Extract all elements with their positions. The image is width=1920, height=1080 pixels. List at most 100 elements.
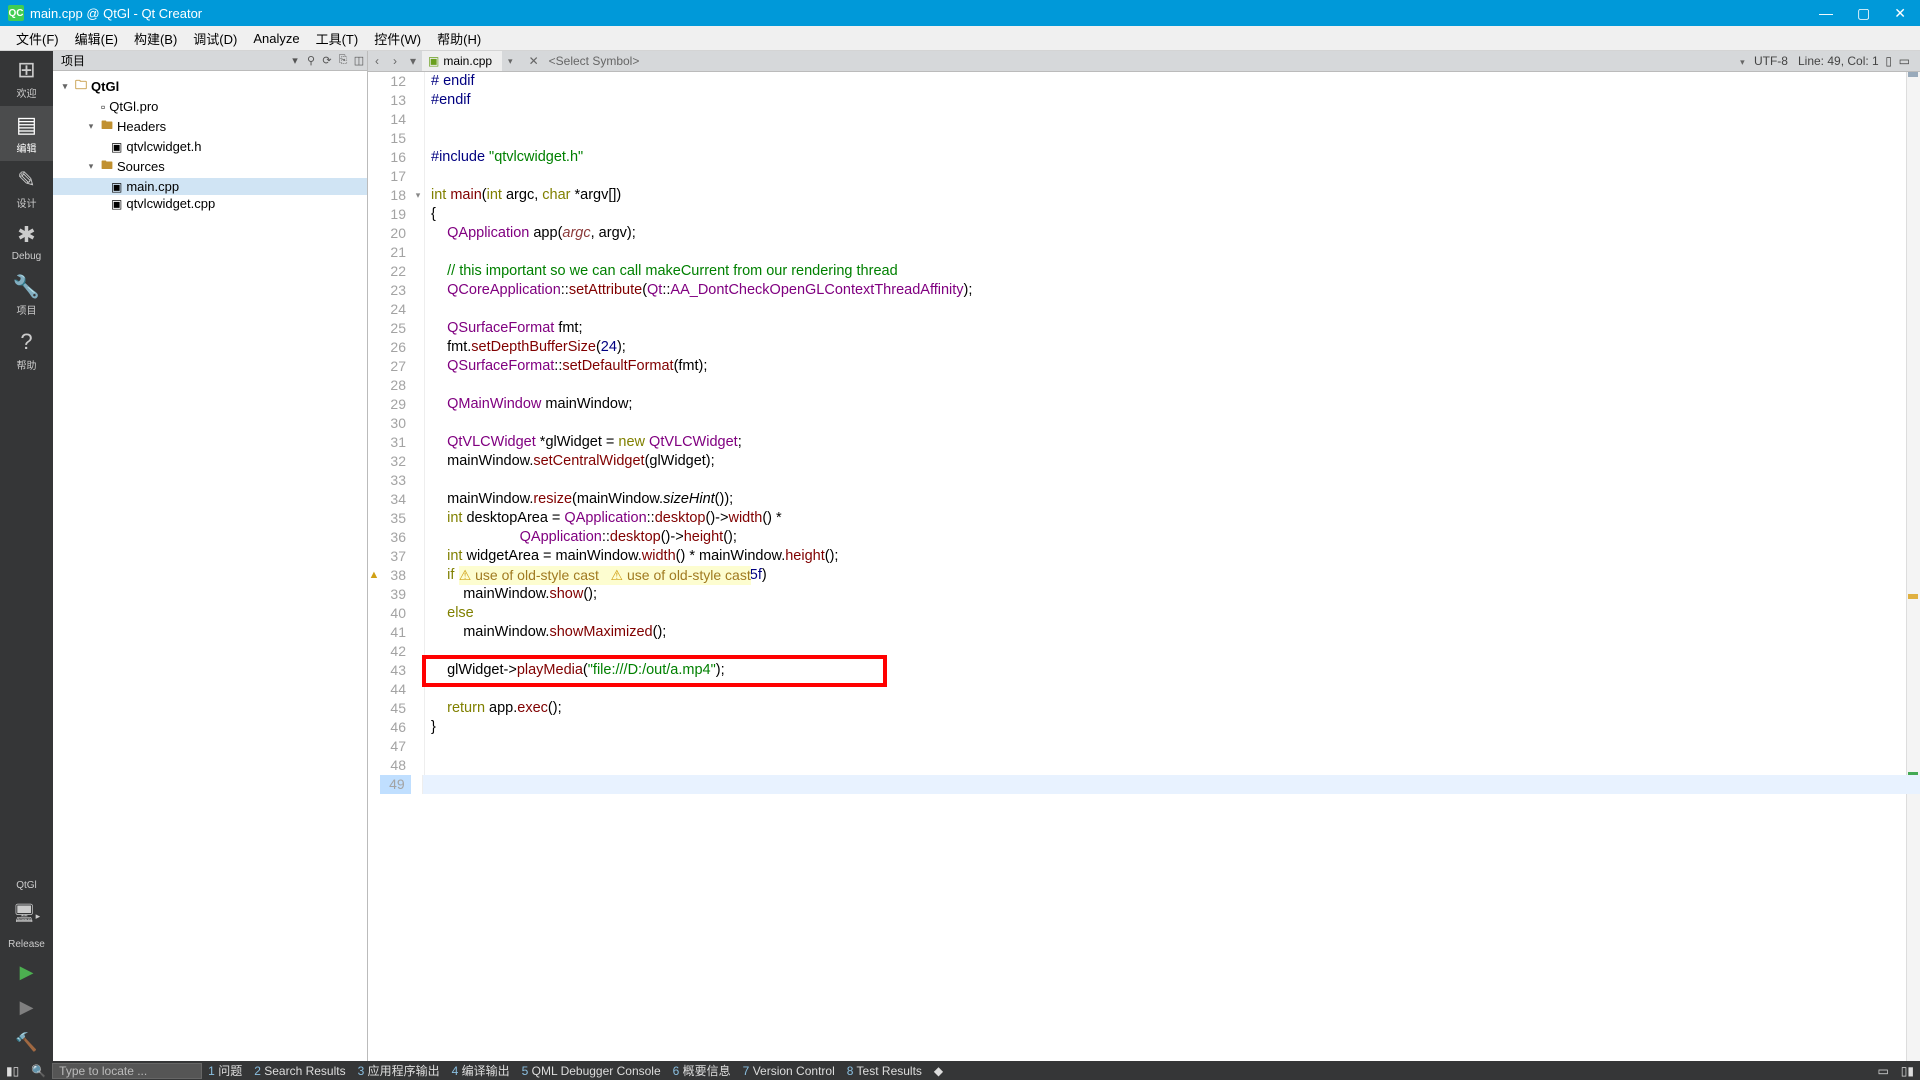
project-tree[interactable]: ▾🗀QtGl▫QtGl.pro▾🖿Headers▣qtvlcwidget.h▾🖿…: [53, 71, 367, 216]
minimize-button[interactable]: —: [1819, 5, 1833, 22]
code-line[interactable]: 13#endif: [368, 91, 1920, 110]
code-text[interactable]: # endif: [424, 72, 475, 91]
code-line[interactable]: 39 mainWindow.show();: [368, 585, 1920, 604]
locator-input[interactable]: Type to locate ...: [52, 1063, 202, 1079]
tree-node[interactable]: ▫QtGl.pro: [53, 98, 367, 115]
tree-node[interactable]: ▾🖿Headers: [53, 115, 367, 138]
filter-icon[interactable]: ⚲: [303, 54, 319, 67]
output-panel-button[interactable]: 5 QML Debugger Console: [516, 1064, 667, 1078]
code-line[interactable]: 25 QSurfaceFormat fmt;: [368, 319, 1920, 338]
code-line[interactable]: 21: [368, 243, 1920, 262]
tree-node[interactable]: ▾🖿Sources: [53, 155, 367, 178]
split-right-icon[interactable]: ▯: [1885, 54, 1892, 68]
encoding-label[interactable]: UTF-8: [1754, 54, 1788, 68]
inline-warning[interactable]: ⚠ use of old-style cast ⚠ use of old-sty…: [459, 566, 751, 585]
code-line[interactable]: 32 mainWindow.setCentralWidget(glWidget)…: [368, 452, 1920, 471]
code-text[interactable]: [424, 110, 431, 129]
code-text[interactable]: #endif: [424, 91, 471, 110]
code-line[interactable]: 14: [368, 110, 1920, 129]
split-bottom-icon[interactable]: ▭: [1899, 54, 1910, 68]
code-line[interactable]: 45 return app.exec();: [368, 699, 1920, 718]
progress-icon[interactable]: ▭: [1871, 1064, 1894, 1078]
menu-item[interactable]: 文件(F): [8, 27, 67, 50]
code-line[interactable]: 15: [368, 129, 1920, 148]
code-line[interactable]: 23 QCoreApplication::setAttribute(Qt::AA…: [368, 281, 1920, 300]
code-line[interactable]: 16#include "qtvlcwidget.h": [368, 148, 1920, 167]
code-text[interactable]: QSurfaceFormat::setDefaultFormat(fmt);: [424, 357, 707, 376]
code-line[interactable]: 27 QSurfaceFormat::setDefaultFormat(fmt)…: [368, 357, 1920, 376]
code-line[interactable]: 46}: [368, 718, 1920, 737]
close-button[interactable]: ✕: [1894, 5, 1906, 22]
output-panel-button[interactable]: 4 编译输出: [446, 1064, 516, 1078]
code-text[interactable]: }: [424, 718, 436, 737]
code-line[interactable]: 17: [368, 167, 1920, 186]
menu-item[interactable]: 编辑(E): [67, 27, 126, 50]
code-text[interactable]: // this important so we can call makeCur…: [424, 262, 898, 281]
code-line[interactable]: 19{: [368, 205, 1920, 224]
rail-bottom-kit[interactable]: QtGl: [0, 873, 53, 897]
code-text[interactable]: int desktopArea = QApplication::desktop(…: [424, 509, 782, 528]
code-line[interactable]: 36 QApplication::desktop()->height();: [368, 528, 1920, 547]
output-panel-button[interactable]: 6 概要信息: [667, 1064, 737, 1078]
code-line[interactable]: 22 // this important so we can call make…: [368, 262, 1920, 281]
code-line[interactable]: 35 int desktopArea = QApplication::deskt…: [368, 509, 1920, 528]
rail-item-帮助[interactable]: ?帮助: [0, 323, 53, 378]
sync-icon[interactable]: ⟳: [319, 54, 335, 67]
code-line[interactable]: 12# endif: [368, 72, 1920, 91]
code-text[interactable]: [424, 300, 431, 319]
fold-icon[interactable]: ▾: [412, 186, 424, 205]
sidebar-right-icon[interactable]: ▯▮: [1895, 1064, 1920, 1078]
code-text[interactable]: #include "qtvlcwidget.h": [424, 148, 583, 167]
tab-close-icon[interactable]: ✕: [529, 54, 539, 68]
output-panel-button[interactable]: 2 Search Results: [248, 1064, 351, 1078]
code-line[interactable]: ▲38 if (((float)widgetArea / (float)desk…: [368, 566, 1920, 585]
file-tab[interactable]: ▣ main.cpp: [422, 51, 502, 71]
code-text[interactable]: [424, 756, 431, 775]
menu-item[interactable]: 工具(T): [308, 27, 367, 50]
tree-node[interactable]: ▾🗀QtGl: [53, 75, 367, 98]
nav-fwd-button[interactable]: ›: [386, 54, 404, 68]
file-dropdown-icon[interactable]: ▾: [502, 56, 519, 67]
code-text[interactable]: mainWindow.showMaximized();: [424, 623, 666, 642]
rail-item-欢迎[interactable]: ⊞欢迎: [0, 51, 53, 106]
code-line[interactable]: 47: [368, 737, 1920, 756]
code-text[interactable]: mainWindow.resize(mainWindow.sizeHint())…: [424, 490, 733, 509]
code-line[interactable]: 24: [368, 300, 1920, 319]
dropdown-icon[interactable]: ▾: [287, 54, 303, 67]
code-line[interactable]: 18▾int main(int argc, char *argv[]): [368, 186, 1920, 205]
rail-hammer-button[interactable]: 🔨: [0, 1026, 53, 1061]
menu-item[interactable]: 调试(D): [185, 27, 245, 50]
code-text[interactable]: [424, 737, 431, 756]
code-text[interactable]: [424, 376, 431, 395]
code-text[interactable]: [424, 414, 431, 433]
code-text[interactable]: QApplication app(argc, argv);: [424, 224, 636, 243]
menu-item[interactable]: Analyze: [245, 29, 307, 48]
code-line[interactable]: 26 fmt.setDepthBufferSize(24);: [368, 338, 1920, 357]
encoding-chev-icon[interactable]: ▾: [1734, 57, 1751, 67]
code-line[interactable]: 28: [368, 376, 1920, 395]
code-text[interactable]: QSurfaceFormat fmt;: [424, 319, 583, 338]
code-text[interactable]: mainWindow.show();: [424, 585, 597, 604]
code-text[interactable]: [424, 129, 431, 148]
rail-bottom-config[interactable]: Release: [0, 932, 53, 956]
code-text[interactable]: return app.exec();: [424, 699, 562, 718]
code-text[interactable]: QApplication::desktop()->height();: [424, 528, 737, 547]
menu-item[interactable]: 构建(B): [126, 27, 185, 50]
code-line[interactable]: 40 else: [368, 604, 1920, 623]
code-text[interactable]: QMainWindow mainWindow;: [424, 395, 632, 414]
panel-menu-icon[interactable]: ◆: [928, 1064, 949, 1078]
scroll-marker[interactable]: [1906, 72, 1920, 1061]
sidebar-toggle-icon[interactable]: ▮▯: [0, 1064, 25, 1078]
code-line[interactable]: 37 int widgetArea = mainWindow.width() *…: [368, 547, 1920, 566]
nav-menu-button[interactable]: ▾: [404, 54, 422, 68]
output-panel-button[interactable]: 3 应用程序输出: [352, 1064, 446, 1078]
symbol-selector[interactable]: <Select Symbol>: [539, 54, 650, 68]
maximize-button[interactable]: ▢: [1857, 5, 1870, 22]
search-icon[interactable]: 🔍: [25, 1064, 52, 1078]
code-text[interactable]: mainWindow.setCentralWidget(glWidget);: [424, 452, 715, 471]
link-icon[interactable]: ⎘: [335, 54, 351, 67]
code-text[interactable]: [424, 167, 431, 186]
code-text[interactable]: if (((float)widgetArea / (float)desktopA…: [424, 566, 767, 585]
code-line[interactable]: 34 mainWindow.resize(mainWindow.sizeHint…: [368, 490, 1920, 509]
code-text[interactable]: QtVLCWidget *glWidget = new QtVLCWidget;: [424, 433, 742, 452]
